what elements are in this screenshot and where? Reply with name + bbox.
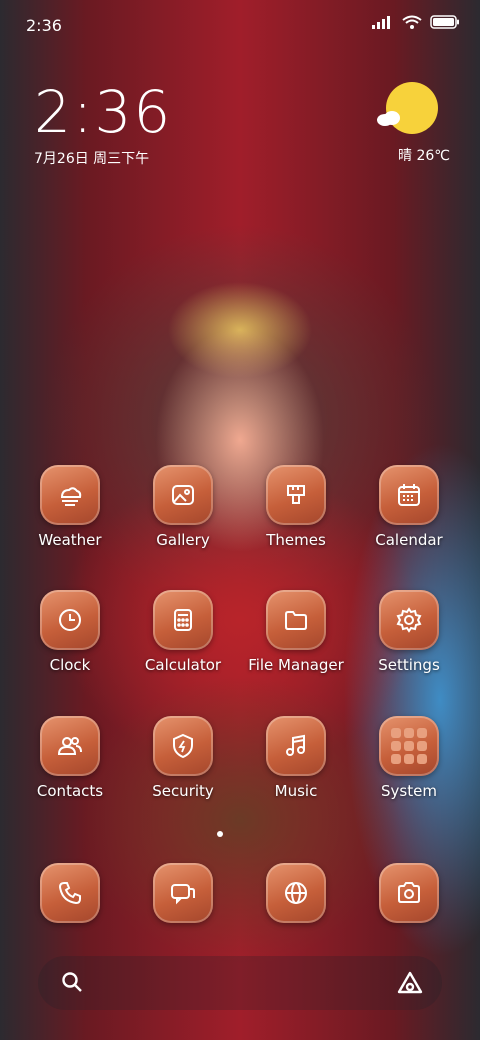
app-contacts[interactable]: Contacts: [15, 716, 125, 800]
gallery-icon: [153, 465, 213, 525]
themes-icon: [266, 465, 326, 525]
app-label: Settings: [378, 656, 440, 674]
app-gallery[interactable]: Gallery: [128, 465, 238, 549]
app-music[interactable]: Music: [241, 716, 351, 800]
contacts-icon: [40, 716, 100, 776]
app-weather[interactable]: Weather: [15, 465, 125, 549]
messages-icon: [153, 863, 213, 923]
dock-messages[interactable]: [128, 863, 238, 923]
clock-icon: [40, 590, 100, 650]
clock-widget[interactable]: 2:36 7月26日 周三下午: [34, 80, 172, 168]
calculator-icon: [153, 590, 213, 650]
app-label: Weather: [38, 531, 102, 549]
app-label: Clock: [49, 656, 91, 674]
app-file-manager[interactable]: File Manager: [241, 590, 351, 674]
phone-icon: [40, 863, 100, 923]
page-indicator: [217, 831, 223, 837]
app-label: File Manager: [248, 656, 344, 674]
app-calendar[interactable]: Calendar: [354, 465, 464, 549]
app-label: Security: [152, 782, 214, 800]
calendar-icon: [379, 465, 439, 525]
wifi-icon: [402, 14, 422, 33]
gear-icon: [379, 590, 439, 650]
dock-camera[interactable]: [354, 863, 464, 923]
app-system-folder[interactable]: System: [354, 716, 464, 800]
music-icon: [266, 716, 326, 776]
app-label: Music: [274, 782, 318, 800]
app-label: Calendar: [375, 531, 443, 549]
sun-icon: [386, 82, 438, 134]
folder-grid-icon: [379, 716, 439, 776]
widget-date: 7月26日 周三下午: [34, 151, 150, 167]
widget-time: 2:36: [34, 78, 173, 146]
app-label: System: [381, 782, 437, 800]
weather-icon: [40, 465, 100, 525]
battery-icon: [430, 14, 460, 33]
browser-icon: [266, 863, 326, 923]
assistant-icon[interactable]: [396, 970, 424, 1000]
search-icon[interactable]: [60, 970, 84, 998]
status-icons: [372, 14, 460, 33]
app-clock[interactable]: Clock: [15, 590, 125, 674]
status-time: 2:36: [26, 16, 62, 35]
app-label: Calculator: [144, 656, 222, 674]
shield-icon: [153, 716, 213, 776]
dock-browser[interactable]: [241, 863, 351, 923]
app-label: Contacts: [36, 782, 104, 800]
app-calculator[interactable]: Calculator: [128, 590, 238, 674]
cloud-icon: [376, 110, 402, 126]
app-themes[interactable]: Themes: [241, 465, 351, 549]
app-label: Themes: [266, 531, 326, 549]
signal-icon: [372, 14, 394, 33]
dock-phone[interactable]: [15, 863, 125, 923]
app-security[interactable]: Security: [128, 716, 238, 800]
weather-condition-temp: 晴 26℃: [398, 148, 450, 164]
folder-icon: [266, 590, 326, 650]
status-bar: 2:36: [0, 0, 480, 48]
camera-icon: [379, 863, 439, 923]
search-bar[interactable]: [38, 956, 442, 1010]
app-settings[interactable]: Settings: [354, 590, 464, 674]
app-label: Gallery: [156, 531, 210, 549]
